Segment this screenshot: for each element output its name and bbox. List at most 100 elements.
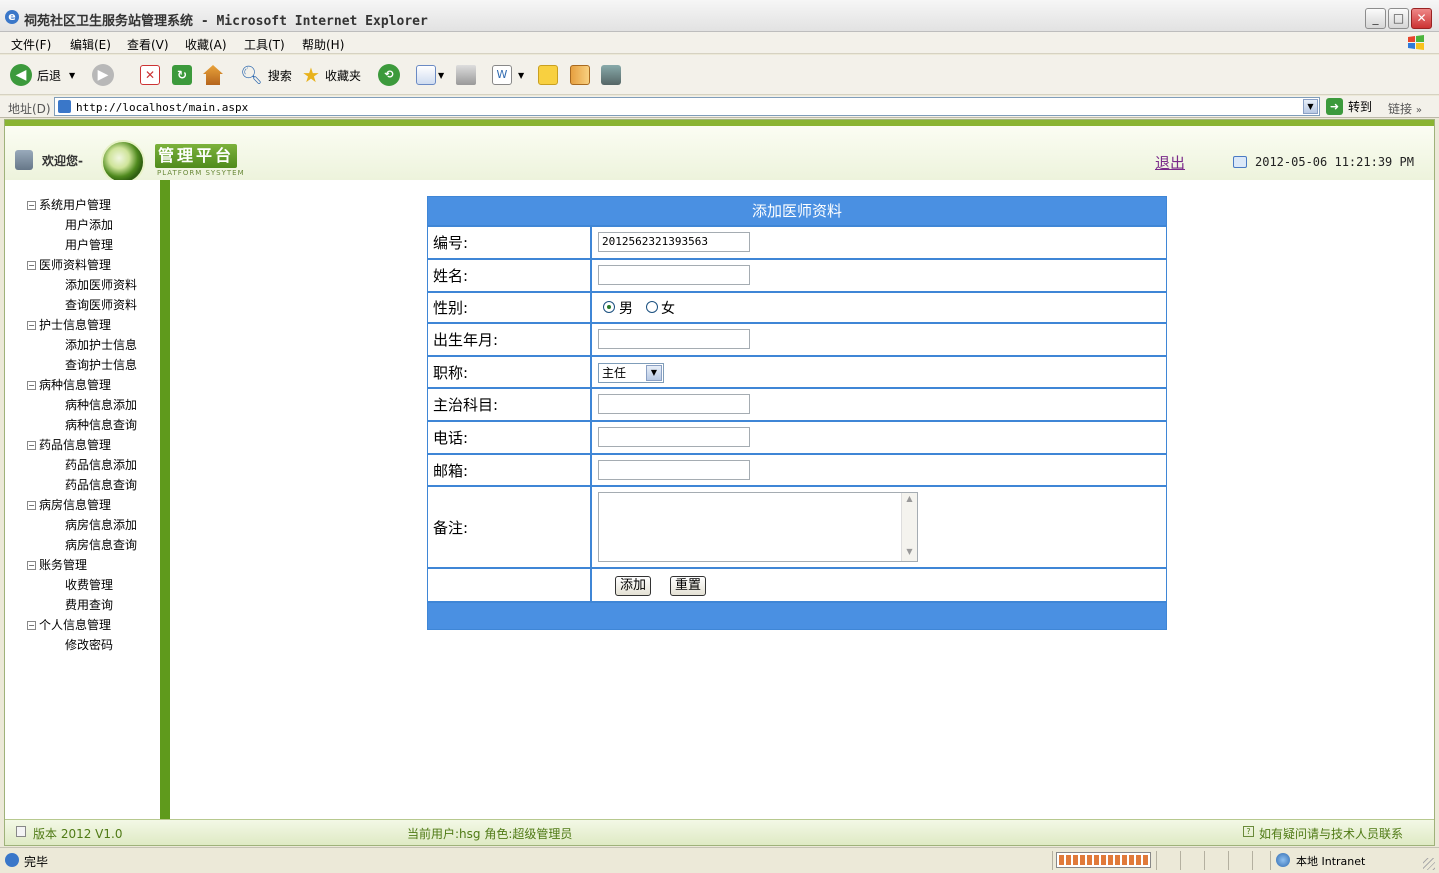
nav-group[interactable]: − 病种信息管理 xyxy=(27,376,111,396)
research-button[interactable] xyxy=(570,63,590,87)
status-separator xyxy=(1252,851,1253,870)
gender-female-radio[interactable] xyxy=(646,301,658,313)
form-title: 添加医师资料 xyxy=(428,197,1166,225)
nav-group-label: 病种信息管理 xyxy=(39,378,112,392)
print-button[interactable] xyxy=(456,63,476,87)
mail-button[interactable]: ▼ xyxy=(416,63,444,87)
nav-item[interactable]: 病种信息查询 xyxy=(65,416,137,436)
nav-item[interactable]: 病房信息添加 xyxy=(65,516,137,536)
close-button[interactable]: ✕ xyxy=(1411,8,1432,29)
book-icon xyxy=(570,65,590,85)
nav-item[interactable]: 药品信息查询 xyxy=(65,476,137,496)
menu-favorites[interactable]: 收藏(A) xyxy=(185,36,227,53)
nav-group[interactable]: − 账务管理 xyxy=(27,556,87,576)
go-button[interactable]: ➜ 转到 xyxy=(1326,98,1372,115)
nav-item[interactable]: 添加护士信息 xyxy=(65,336,137,356)
collapse-icon[interactable]: − xyxy=(27,201,36,210)
logout-link[interactable]: 退出 xyxy=(1155,152,1185,173)
links-button[interactable]: 链接 » xyxy=(1388,100,1422,117)
resize-grip[interactable] xyxy=(1423,858,1435,870)
nav-group[interactable]: − 病房信息管理 xyxy=(27,496,111,516)
nav-group[interactable]: − 个人信息管理 xyxy=(27,616,111,636)
main-content: 添加医师资料 编号: 2012562321393563 姓名: 性别: 男 女 … xyxy=(170,180,1434,819)
history-button[interactable]: ⟲ xyxy=(378,63,400,87)
nav-group[interactable]: − 护士信息管理 xyxy=(27,316,111,336)
row-note: 备注: ▲ ▼ xyxy=(428,485,1166,567)
gender-male-radio[interactable] xyxy=(603,301,615,313)
id-cell: 2012562321393563 xyxy=(594,227,1166,258)
phone-input[interactable] xyxy=(598,427,750,447)
nav-item[interactable]: 病种信息添加 xyxy=(65,396,137,416)
contact-text: 如有疑问请与技术人员联系 xyxy=(1259,827,1404,841)
windows-logo-icon xyxy=(1408,35,1424,50)
maximize-button[interactable]: □ xyxy=(1388,8,1409,29)
scroll-up-icon[interactable]: ▲ xyxy=(903,494,916,507)
menu-help[interactable]: 帮助(H) xyxy=(302,36,344,53)
forward-button[interactable]: ▶ xyxy=(92,63,114,87)
nav-item[interactable]: 收费管理 xyxy=(65,576,113,596)
dept-input[interactable] xyxy=(598,394,750,414)
row-phone: 电话: xyxy=(428,420,1166,453)
birth-cell xyxy=(594,324,1166,355)
nav-item[interactable]: 药品信息添加 xyxy=(65,456,137,476)
home-button[interactable] xyxy=(203,63,223,87)
forward-arrow-icon: ▶ xyxy=(92,64,114,86)
collapse-icon[interactable]: − xyxy=(27,381,36,390)
chevron-down-icon[interactable]: ▼ xyxy=(1303,99,1318,114)
minimize-button[interactable]: _ xyxy=(1365,8,1386,29)
nav-item[interactable]: 用户管理 xyxy=(65,236,113,256)
nav-group-label: 系统用户管理 xyxy=(39,198,112,212)
favorites-button[interactable]: ★ 收藏夹 xyxy=(302,63,361,87)
datetime: 2012-05-06 11:21:39 PM xyxy=(1255,155,1414,169)
add-button[interactable]: 添加 xyxy=(615,576,652,596)
menu-tools[interactable]: 工具(T) xyxy=(244,36,285,53)
nav-group-label: 个人信息管理 xyxy=(39,618,112,632)
chevron-down-icon: ▼ xyxy=(69,70,76,80)
address-input[interactable]: http://localhost/main.aspx ▼ xyxy=(54,97,1320,116)
menu-file[interactable]: 文件(F) xyxy=(11,36,51,53)
menu-view[interactable]: 查看(V) xyxy=(127,36,169,53)
collapse-icon[interactable]: − xyxy=(27,321,36,330)
ie-icon: e xyxy=(5,10,19,24)
nav-item[interactable]: 用户添加 xyxy=(65,216,113,236)
nav-group[interactable]: − 药品信息管理 xyxy=(27,436,111,456)
nav-item[interactable]: 病房信息查询 xyxy=(65,536,137,556)
nav-item[interactable]: 修改密码 xyxy=(65,636,113,656)
nav-item[interactable]: 添加医师资料 xyxy=(65,276,137,296)
note-textarea[interactable]: ▲ ▼ xyxy=(598,492,918,562)
nav-group[interactable]: − 医师资料管理 xyxy=(27,256,111,276)
chevron-down-icon: ▼ xyxy=(518,70,525,80)
gender-female-label: 女 xyxy=(661,301,675,317)
nav-item[interactable]: 费用查询 xyxy=(65,596,113,616)
nav-group-label: 病房信息管理 xyxy=(39,498,112,512)
stop-icon: ✕ xyxy=(140,65,160,85)
dept-label: 主治科目: xyxy=(428,389,592,420)
collapse-icon[interactable]: − xyxy=(27,621,36,630)
actions-label xyxy=(428,569,592,602)
address-url: http://localhost/main.aspx xyxy=(76,101,249,114)
reset-button[interactable]: 重置 xyxy=(670,576,707,596)
textarea-scrollbar[interactable]: ▲ ▼ xyxy=(901,493,917,561)
collapse-icon[interactable]: − xyxy=(27,441,36,450)
edit-button[interactable]: W ▼ xyxy=(492,63,524,87)
collapse-icon[interactable]: − xyxy=(27,261,36,270)
scroll-down-icon[interactable]: ▼ xyxy=(903,547,916,560)
id-input[interactable]: 2012562321393563 xyxy=(598,232,750,252)
email-input[interactable] xyxy=(598,460,750,480)
back-button[interactable]: ◀ 后退 ▼ xyxy=(10,63,75,87)
collapse-icon[interactable]: − xyxy=(27,501,36,510)
title-select[interactable]: 主任 ▼ xyxy=(598,363,664,383)
nav-item[interactable]: 查询医师资料 xyxy=(65,296,137,316)
doctor-form: 添加医师资料 编号: 2012562321393563 姓名: 性别: 男 女 … xyxy=(427,196,1167,630)
birth-input[interactable] xyxy=(598,329,750,349)
name-input[interactable] xyxy=(598,265,750,285)
nav-group[interactable]: − 系统用户管理 xyxy=(27,196,111,216)
nav-item[interactable]: 查询护士信息 xyxy=(65,356,137,376)
refresh-button[interactable]: ↻ xyxy=(172,63,192,87)
stop-button[interactable]: ✕ xyxy=(140,63,160,87)
menu-edit[interactable]: 编辑(E) xyxy=(70,36,111,53)
collapse-icon[interactable]: − xyxy=(27,561,36,570)
messenger-button[interactable] xyxy=(601,63,621,87)
search-button[interactable]: 🔍︎ 搜索 xyxy=(240,63,292,87)
discuss-button[interactable] xyxy=(538,63,558,87)
